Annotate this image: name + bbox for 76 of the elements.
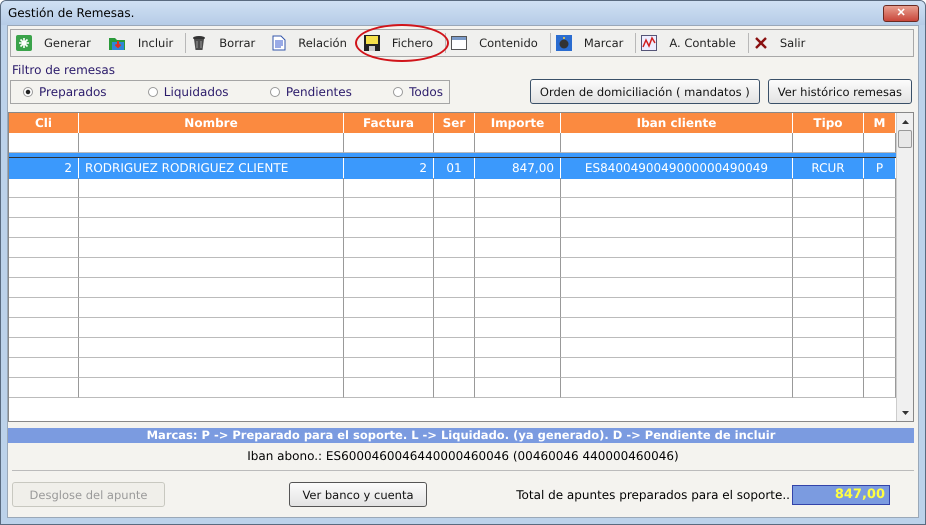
- table-cell: [9, 198, 79, 218]
- table-cell: [434, 278, 475, 298]
- radio-button[interactable]: [270, 87, 280, 97]
- table-cell: [434, 298, 475, 318]
- table-cell: [434, 338, 475, 358]
- table-cell: [793, 278, 864, 298]
- toolbar-button[interactable]: Relación: [267, 32, 359, 54]
- total-label: Total de apuntes preparados para el soporte..: [516, 488, 790, 502]
- toolbar-button[interactable]: Borrar: [186, 32, 268, 54]
- table-cell: 2: [9, 158, 79, 179]
- scroll-thumb[interactable]: [898, 130, 912, 148]
- table-cell: RCUR: [793, 158, 864, 179]
- table-cell: 01: [434, 158, 475, 179]
- table-cell: [793, 318, 864, 338]
- radio-option[interactable]: Pendientes: [270, 85, 352, 99]
- radio-option[interactable]: Todos: [393, 85, 443, 99]
- toolbar-button[interactable]: Marcar: [550, 32, 636, 54]
- table-cell: [793, 238, 864, 258]
- table-cell: 2: [344, 158, 434, 179]
- table-cell: ES8400490049000000490049: [561, 158, 793, 179]
- bomb-icon: [556, 35, 572, 51]
- table-cell: RODRIGUEZ RODRIGUEZ CLIENTE: [79, 158, 344, 179]
- table-cell: [434, 318, 475, 338]
- radio-button[interactable]: [393, 87, 404, 97]
- radio-button[interactable]: [148, 87, 158, 97]
- table-cell: [434, 198, 475, 218]
- trash-bin-icon: [191, 35, 208, 51]
- toolbar-button[interactable]: Salir: [748, 32, 818, 54]
- iban-text: Iban abono.: ES6000460046440000460046 (00460046 440000460046): [246, 449, 680, 463]
- action-button[interactable]: Ver histórico remesas: [768, 79, 912, 104]
- window-icon: [451, 36, 468, 50]
- table-cell: [434, 218, 475, 238]
- table-cell: [9, 338, 79, 358]
- close-icon: [754, 36, 768, 50]
- table-cell: [793, 178, 864, 198]
- table-cell: [9, 358, 79, 378]
- toolbar-button[interactable]: Generar: [11, 32, 103, 54]
- document-icon: [272, 35, 286, 51]
- table-cell: 847,00: [475, 158, 561, 179]
- bank-account-button[interactable]: Ver banco y cuenta: [289, 482, 427, 507]
- table-cell: [9, 238, 79, 258]
- radio-option[interactable]: Preparados: [23, 85, 107, 99]
- table-cell: [434, 178, 475, 198]
- folder-icon: [108, 35, 126, 51]
- table-cell: [793, 258, 864, 278]
- table-cell: [9, 318, 79, 338]
- table-cell: [793, 378, 864, 398]
- table-cell: [793, 218, 864, 238]
- toolbar-button[interactable]: Contenido: [446, 32, 550, 54]
- radio-option[interactable]: Liquidados: [148, 85, 229, 99]
- table-cell: [9, 218, 79, 238]
- scrollbar[interactable]: [896, 113, 913, 421]
- chart-icon: [641, 35, 658, 51]
- table-cell: [434, 258, 475, 278]
- total-field: 847,00: [792, 484, 890, 504]
- table-cell: [434, 378, 475, 398]
- table-cell: [434, 238, 475, 258]
- legend-bar: Marcas: P -> Preparado para el soporte. L -> Liquidado. (ya generado). D -> Pendiente de incluir: [8, 428, 914, 443]
- table-cell: [9, 258, 79, 278]
- table-cell: [793, 338, 864, 358]
- table-cell: [793, 358, 864, 378]
- table-cell: [793, 198, 864, 218]
- table-cell: [9, 178, 79, 198]
- filter-title: Filtro de remesas: [11, 63, 116, 77]
- table-cell: [434, 358, 475, 378]
- toolbar-button[interactable]: Fichero: [358, 32, 446, 54]
- window-title: Gestión de Remesas.: [8, 6, 134, 20]
- toolbar-button[interactable]: Incluir: [102, 32, 186, 54]
- action-button[interactable]: Orden de domiciliación ( mandatos ): [530, 79, 760, 104]
- asterisk-icon: [16, 35, 32, 51]
- toolbar-button[interactable]: A. Contable: [636, 32, 748, 54]
- radio-button[interactable]: [23, 87, 33, 97]
- table-cell: [9, 378, 79, 398]
- table-cell: [9, 298, 79, 318]
- table-cell: [793, 298, 864, 318]
- table-cell: [9, 278, 79, 298]
